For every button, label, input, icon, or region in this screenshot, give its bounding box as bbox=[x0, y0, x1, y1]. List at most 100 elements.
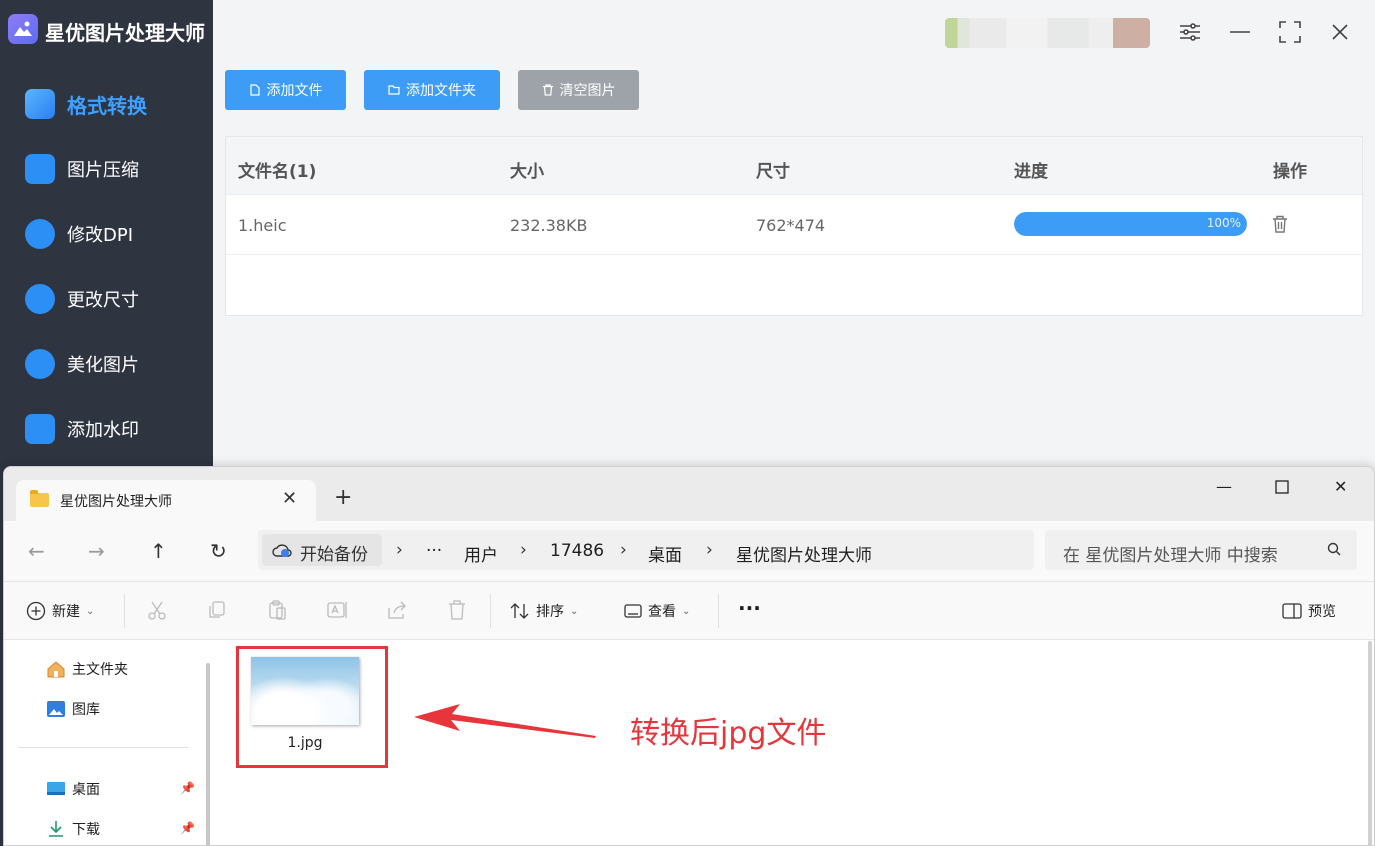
add-file-button[interactable]: 添加文件 bbox=[225, 70, 346, 110]
forward-arrow-icon[interactable]: → bbox=[88, 539, 105, 563]
trash-icon bbox=[542, 84, 553, 96]
chevron-right-icon: › bbox=[520, 540, 527, 560]
app-title: 星优图片处理大师 bbox=[45, 21, 205, 45]
minimize-icon[interactable] bbox=[1226, 18, 1254, 46]
pane-scrollbar[interactable] bbox=[206, 663, 210, 845]
nav-label: 修改DPI bbox=[67, 225, 134, 246]
plus-circle-icon bbox=[26, 601, 46, 621]
home-icon bbox=[47, 661, 65, 678]
divider bbox=[718, 594, 719, 628]
copy-icon[interactable] bbox=[206, 599, 228, 621]
sort-label: 排序 bbox=[536, 604, 564, 620]
table-row: 1.heic 232.38KB 762*474 100% bbox=[226, 195, 1362, 255]
up-arrow-icon[interactable]: ↑ bbox=[150, 539, 167, 563]
new-label: 新建 bbox=[52, 604, 80, 620]
folder-icon bbox=[30, 490, 49, 507]
tab-title: 星优图片处理大师 bbox=[60, 494, 172, 510]
maximize-icon[interactable] bbox=[1275, 479, 1289, 498]
search-placeholder: 在 星优图片处理大师 中搜索 bbox=[1063, 546, 1278, 566]
pin-icon[interactable]: 📌 bbox=[180, 821, 195, 835]
backup-crumb[interactable]: 开始备份 bbox=[262, 534, 382, 566]
explorer-tabbar: 星优图片处理大师 ✕ + — ✕ bbox=[4, 467, 1374, 521]
chevron-down-icon: ⌄ bbox=[86, 605, 95, 617]
cut-icon[interactable] bbox=[146, 599, 168, 621]
explorer-tab[interactable]: 星优图片处理大师 ✕ bbox=[16, 480, 316, 521]
view-icon bbox=[624, 604, 642, 618]
search-input[interactable]: 在 星优图片处理大师 中搜索 bbox=[1045, 530, 1357, 570]
paste-icon[interactable] bbox=[266, 599, 288, 621]
header-action: 操作 bbox=[1273, 162, 1307, 182]
app-logo-icon bbox=[8, 14, 38, 44]
cell-filename: 1.heic bbox=[238, 216, 287, 235]
delete-icon[interactable] bbox=[446, 599, 468, 621]
breadcrumb-item[interactable]: 桌面 bbox=[648, 541, 682, 566]
nav-item-watermark[interactable]: 添加水印 bbox=[0, 403, 213, 455]
breadcrumb-item[interactable]: 星优图片处理大师 bbox=[736, 541, 872, 566]
backup-label: 开始备份 bbox=[300, 545, 368, 565]
header-dimension: 尺寸 bbox=[756, 162, 790, 182]
new-button[interactable]: 新建 ⌄ bbox=[26, 601, 94, 621]
dpi-icon bbox=[25, 219, 55, 249]
annotation-highlight-box bbox=[236, 646, 388, 768]
desktop-icon bbox=[47, 782, 65, 795]
folder-icon bbox=[388, 85, 400, 95]
nav-item-resize[interactable]: 更改尺寸 bbox=[0, 273, 213, 325]
more-options-icon[interactable]: ··· bbox=[738, 596, 761, 620]
nav-downloads[interactable]: 下载 bbox=[46, 819, 100, 839]
nav-home[interactable]: 主文件夹 bbox=[46, 659, 128, 679]
breadcrumb-item[interactable]: 用户 bbox=[464, 541, 498, 566]
share-icon[interactable] bbox=[386, 599, 408, 621]
divider bbox=[124, 594, 125, 628]
tab-close-icon[interactable]: ✕ bbox=[282, 488, 297, 509]
view-button[interactable]: 查看 ⌄ bbox=[624, 601, 690, 621]
add-folder-label: 添加文件夹 bbox=[406, 83, 476, 99]
close-icon[interactable] bbox=[1326, 18, 1354, 46]
refresh-icon[interactable]: ↻ bbox=[210, 539, 227, 563]
image-compress-icon bbox=[25, 154, 55, 184]
nav-item-beautify[interactable]: 美化图片 bbox=[0, 338, 213, 390]
nav-label: 美化图片 bbox=[67, 355, 139, 376]
address-bar[interactable]: 开始备份 › ··· 用户 › 17486 › 桌面 › 星优图片处理大师 bbox=[258, 530, 1034, 570]
nav-gallery[interactable]: 图库 bbox=[46, 699, 100, 719]
breadcrumb-ellipsis[interactable]: ··· bbox=[426, 541, 442, 561]
pin-icon[interactable]: 📌 bbox=[180, 781, 195, 795]
nav-item-compress[interactable]: 图片压缩 bbox=[0, 143, 213, 195]
preview-pane-button[interactable]: 预览 bbox=[1282, 601, 1336, 621]
divider bbox=[490, 594, 491, 628]
breadcrumb-item[interactable]: 17486 bbox=[550, 541, 604, 561]
maximize-icon[interactable] bbox=[1276, 18, 1304, 46]
content-scrollbar[interactable] bbox=[1368, 641, 1372, 845]
nav-label: 图片压缩 bbox=[67, 160, 139, 181]
nav-item-dpi[interactable]: 修改DPI bbox=[0, 208, 213, 260]
cloud-backup-icon bbox=[272, 544, 292, 557]
delete-row-icon[interactable] bbox=[1272, 215, 1288, 233]
minimize-icon[interactable]: — bbox=[1216, 477, 1232, 496]
clear-images-button[interactable]: 清空图片 bbox=[518, 70, 639, 110]
rename-icon[interactable] bbox=[326, 599, 348, 621]
nav-desktop[interactable]: 桌面 bbox=[46, 779, 100, 799]
preview-pane-icon bbox=[1282, 603, 1302, 619]
sort-button[interactable]: 排序 ⌄ bbox=[510, 601, 578, 621]
progress-bar: 100% bbox=[1014, 212, 1247, 236]
nav-gallery-label: 图库 bbox=[72, 702, 100, 718]
view-label: 查看 bbox=[648, 604, 676, 620]
user-account-blurred[interactable] bbox=[945, 18, 1150, 48]
new-tab-icon[interactable]: + bbox=[334, 485, 352, 510]
header-size: 大小 bbox=[510, 162, 544, 182]
file-explorer-window: 星优图片处理大师 ✕ + — ✕ ← → ↑ ↻ 开始备份 › ··· 用户 ›… bbox=[3, 466, 1375, 846]
resize-icon bbox=[25, 284, 55, 314]
table-header: 文件名(1) 大小 尺寸 进度 操作 bbox=[226, 137, 1362, 195]
annotation-arrow-icon bbox=[414, 704, 596, 738]
explorer-navbar: ← → ↑ ↻ 开始备份 › ··· 用户 › 17486 › 桌面 › 星优图… bbox=[4, 521, 1374, 582]
add-folder-button[interactable]: 添加文件夹 bbox=[364, 70, 500, 110]
back-arrow-icon[interactable]: ← bbox=[28, 539, 45, 563]
close-icon[interactable]: ✕ bbox=[1334, 477, 1347, 496]
nav-label: 更改尺寸 bbox=[67, 290, 139, 311]
settings-sliders-icon[interactable] bbox=[1176, 18, 1204, 46]
chevron-down-icon: ⌄ bbox=[570, 605, 579, 617]
nav-item-format-convert[interactable]: 格式转换 bbox=[0, 78, 213, 130]
sort-arrows-icon bbox=[510, 603, 529, 619]
chevron-right-icon: › bbox=[396, 540, 403, 560]
watermark-icon bbox=[25, 414, 55, 444]
nav-label: 格式转换 bbox=[67, 93, 147, 118]
